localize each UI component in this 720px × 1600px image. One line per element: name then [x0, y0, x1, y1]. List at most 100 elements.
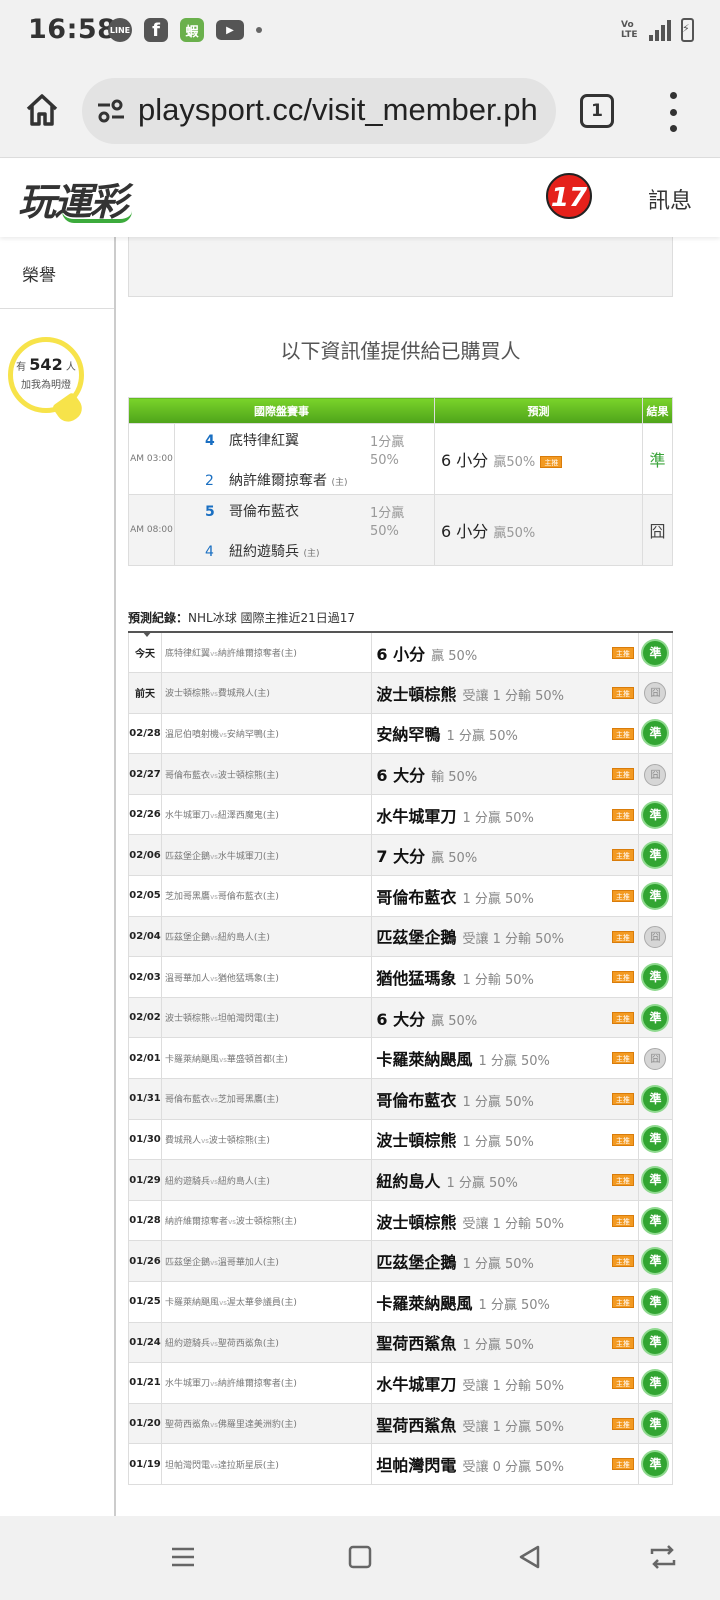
record-row[interactable]: 02/26 水牛城軍刀vs紐澤西魔鬼(主) 水牛城軍刀 1 分贏 50% 主推準	[127, 794, 674, 836]
result-badge-icon: 準	[643, 843, 668, 868]
sidebar-item-honor[interactable]: 榮譽	[0, 237, 114, 309]
record-pick: 水牛城軍刀 受讓 1 分輸 50% 主推	[371, 1362, 639, 1404]
record-date: 01/28	[127, 1200, 163, 1242]
record-pick: 水牛城軍刀 1 分贏 50% 主推	[371, 794, 639, 836]
nav-home-icon[interactable]	[345, 1544, 375, 1570]
main-pick-tag: 主推	[611, 1377, 634, 1390]
record-row[interactable]: 02/27 哥倫布藍衣vs波士頓棕熊(主) 6 大分輸 50% 主推囧	[127, 753, 674, 795]
prediction-cell: 6 小分 贏50% 主推	[434, 423, 643, 495]
record-row[interactable]: 02/02 波士頓棕熊vs坦帕灣閃電(主) 6 大分贏 50% 主推準	[127, 997, 674, 1039]
record-row[interactable]: 01/24 紐約遊騎兵vs聖荷西鯊魚(主) 聖荷西鯊魚 1 分贏 50% 主推準	[127, 1322, 674, 1364]
record-matchup: 坦帕灣閃電vs達拉斯星辰(主)	[161, 1443, 373, 1485]
record-result: 囧	[638, 753, 674, 795]
record-matchup: 紐約遊騎兵vs紐約島人(主)	[161, 1159, 373, 1201]
record-matchup: 底特律紅翼vs納許維爾掠奪者(主)	[161, 632, 373, 674]
nav-rotate-icon[interactable]	[648, 1544, 678, 1570]
caret-down-icon	[142, 631, 152, 637]
record-pick: 7 大分贏 50% 主推	[371, 834, 639, 877]
home-icon[interactable]	[22, 90, 62, 130]
record-matchup: 匹茲堡企鵝vs紐約島人(主)	[161, 916, 373, 958]
nav-menu-icon[interactable]	[168, 1544, 198, 1570]
more-vert-icon[interactable]	[666, 92, 680, 132]
record-pick: 哥倫布藍衣 1 分贏 50% 主推	[371, 875, 639, 917]
record-row[interactable]: 02/01 卡羅萊納颶風vs華盛頓首都(主) 卡羅萊納颶風 1 分贏 50% 主推囧	[127, 1037, 674, 1080]
tune-icon[interactable]	[96, 98, 126, 124]
buyer-only-note: 以下資訊僅提供給已購買人	[280, 339, 521, 363]
header-match: 國際盤賽事	[128, 397, 435, 424]
record-matchup: 芝加哥黑鷹vs哥倫布藍衣(主)	[161, 875, 373, 917]
record-matchup: 波士頓棕熊vs坦帕灣閃電(主)	[161, 997, 373, 1039]
record-row[interactable]: 01/31 哥倫布藍衣vs芝加哥黑鷹(主) 哥倫布藍衣 1 分贏 50% 主推準	[127, 1078, 674, 1120]
message-link[interactable]: 訊息	[648, 183, 692, 215]
result-badge-icon: 準	[643, 883, 668, 908]
site-header: 玩運彩 17 訊息	[0, 159, 720, 237]
result-badge-icon: 準	[643, 1086, 668, 1111]
record-row[interactable]: 前天 波士頓棕熊vs費城飛人(主) 波士頓棕熊 受讓 1 分輸 50% 主推囧	[127, 672, 674, 714]
record-row[interactable]: 02/05 芝加哥黑鷹vs哥倫布藍衣(主) 哥倫布藍衣 1 分贏 50% 主推準	[127, 875, 674, 917]
record-row[interactable]: 01/29 紐約遊騎兵vs紐約島人(主) 紐約島人 1 分贏 50% 主推準	[127, 1159, 674, 1201]
record-row[interactable]: 01/19 坦帕灣閃電vs達拉斯星辰(主) 坦帕灣閃電 受讓 0 分贏 50% 主推準	[127, 1443, 674, 1485]
main-pick-tag: 主推	[611, 1296, 634, 1308]
record-matchup: 納許維爾掠奪者vs波士頓棕熊(主)	[161, 1200, 373, 1242]
result-badge-icon: 準	[643, 965, 668, 990]
main-pick-tag: 主推	[611, 1336, 634, 1349]
record-matchup: 水牛城軍刀vs納許維爾掠奪者(主)	[161, 1362, 373, 1404]
result-badge-icon: 準	[643, 1330, 668, 1355]
tabs-icon[interactable]: 1	[580, 94, 614, 128]
record-pick: 匹茲堡企鵝 受讓 1 分輸 50% 主推	[371, 916, 639, 958]
record-result: 準	[638, 1403, 674, 1445]
record-result: 準	[638, 1078, 674, 1120]
record-pick: 卡羅萊納颶風 1 分贏 50% 主推	[371, 1037, 639, 1080]
result-badge-icon: 準	[643, 721, 668, 746]
record-row[interactable]: 01/20 聖荷西鯊魚vs佛羅里達美洲豹(主) 聖荷西鯊魚 受讓 1 分贏 50% 主推…	[127, 1403, 674, 1445]
record-result: 準	[638, 834, 674, 877]
record-result: 準	[638, 632, 674, 674]
record-date: 01/31	[127, 1078, 163, 1120]
record-result: 準	[638, 1322, 674, 1364]
main-pick-tag: 主推	[611, 849, 634, 862]
main-pick-tag: 主推	[611, 808, 634, 821]
record-result: 準	[638, 956, 674, 998]
youtube-icon: ▶	[216, 20, 244, 40]
record-date: 02/02	[127, 997, 163, 1039]
result-badge-icon: 囧	[644, 1047, 667, 1070]
record-row[interactable]: 02/06 匹茲堡企鵝vs水牛城軍刀(主) 7 大分贏 50% 主推準	[127, 834, 674, 877]
record-matchup: 哥倫布藍衣vs芝加哥黑鷹(主)	[161, 1078, 373, 1120]
record-matchup: 費城飛人vs波士頓棕熊(主)	[161, 1119, 373, 1161]
away-team: 4 底特律紅翼	[205, 433, 299, 449]
record-result: 準	[638, 794, 674, 836]
badge-17-icon[interactable]: 17	[546, 173, 592, 219]
record-row[interactable]: 今天 底特律紅翼vs納許維爾掠奪者(主) 6 小分贏 50% 主推準	[127, 632, 674, 674]
record-date: 02/03	[127, 956, 163, 998]
header-prediction: 預測	[434, 397, 643, 424]
nav-back-icon[interactable]	[515, 1544, 545, 1570]
record-row[interactable]: 01/21 水牛城軍刀vs納許維爾掠奪者(主) 水牛城軍刀 受讓 1 分輸 50% 主推…	[127, 1362, 674, 1404]
record-row[interactable]: 02/04 匹茲堡企鵝vs紐約島人(主) 匹茲堡企鵝 受讓 1 分輸 50% 主推囧	[127, 916, 674, 958]
record-date: 02/26	[127, 794, 163, 836]
record-row[interactable]: 02/28 溫尼伯噴射機vs安納罕鴨(主) 安納罕鴨 1 分贏 50% 主推準	[127, 713, 674, 755]
away-team: 5 哥倫布藍衣	[205, 504, 299, 520]
record-date: 前天	[127, 672, 163, 714]
record-matchup: 溫哥華加人vs猶他猛瑪象(主)	[161, 956, 373, 998]
record-result: 準	[638, 875, 674, 917]
prediction-table: 國際盤賽事 預測 結果 AM 03:00 4 底特律紅翼 2 納許維爾掠奪者 (主) 1分…	[128, 397, 673, 566]
address-bar[interactable]: playsport.cc/visit_member.ph	[82, 78, 556, 144]
record-pick: 哥倫布藍衣 1 分贏 50% 主推	[371, 1078, 639, 1120]
record-row[interactable]: 01/28 納許維爾掠奪者vs波士頓棕熊(主) 波士頓棕熊 受讓 1 分輸 50% 主推…	[127, 1200, 674, 1242]
record-date: 01/24	[127, 1322, 163, 1364]
odds-line: 1分贏 50%	[370, 506, 405, 539]
main-pick-tag: 主推	[611, 1214, 634, 1227]
home-team: 4 紐約遊騎兵 (主)	[205, 544, 320, 560]
result-cell: 準	[642, 423, 673, 495]
main-pick-tag: 主推	[611, 1011, 634, 1024]
record-table: 今天 底特律紅翼vs納許維爾掠奪者(主) 6 小分贏 50% 主推準前天 波士頓棕熊vs…	[127, 631, 674, 1485]
record-row[interactable]: 01/30 費城飛人vs波士頓棕熊(主) 波士頓棕熊 1 分贏 50% 主推準	[127, 1119, 674, 1161]
record-row[interactable]: 01/26 匹茲堡企鵝vs溫哥華加人(主) 匹茲堡企鵝 1 分贏 50% 主推準	[127, 1240, 674, 1282]
main-pick-tag: 主推	[540, 455, 563, 468]
record-date: 02/04	[127, 916, 163, 958]
record-row[interactable]: 02/03 溫哥華加人vs猶他猛瑪象(主) 猶他猛瑪象 1 分輸 50% 主推準	[127, 956, 674, 998]
record-result: 準	[638, 997, 674, 1039]
record-row[interactable]: 01/25 卡羅萊納颶風vs渥太華參議員(主) 卡羅萊納颶風 1 分贏 50% 主推準	[127, 1281, 674, 1323]
record-pick: 匹茲堡企鵝 1 分贏 50% 主推	[371, 1240, 639, 1282]
record-matchup: 波士頓棕熊vs費城飛人(主)	[161, 672, 373, 714]
